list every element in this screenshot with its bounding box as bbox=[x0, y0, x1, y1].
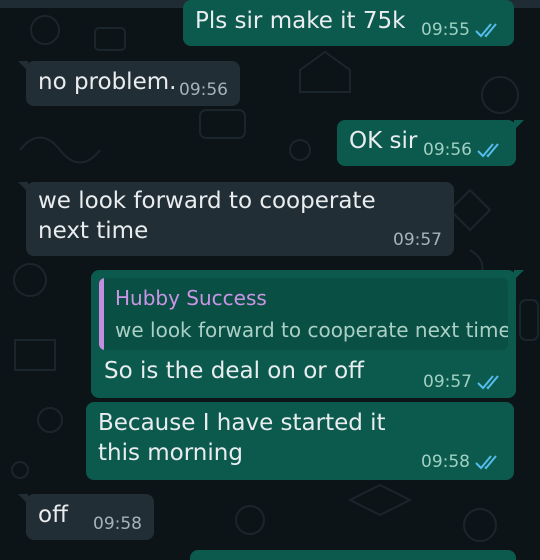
message-time: 09:57 bbox=[393, 230, 442, 250]
message-text: OK sir bbox=[349, 128, 418, 154]
message-bubble-outgoing-partial[interactable] bbox=[190, 550, 516, 560]
message-text: Because I have started it this morning bbox=[98, 410, 393, 466]
message-meta: 09:58 bbox=[93, 514, 142, 534]
message-text: off bbox=[38, 502, 68, 528]
message-text: no problem. bbox=[38, 69, 177, 95]
message-bubble-outgoing[interactable]: Because I have started it this morning 0… bbox=[86, 402, 514, 480]
bubble-tail bbox=[18, 494, 28, 504]
double-check-icon bbox=[477, 143, 499, 158]
message-time: 09:58 bbox=[93, 514, 142, 534]
message-text: we look forward to cooperate next time bbox=[38, 188, 383, 244]
message-bubble-outgoing[interactable]: OK sir 09:56 bbox=[337, 120, 524, 166]
message-bubble-incoming[interactable]: off 09:58 bbox=[18, 494, 154, 540]
message-time: 09:56 bbox=[179, 80, 228, 100]
message-meta: 09:58 bbox=[421, 452, 502, 472]
message-text: Pls sir make it 75k bbox=[195, 8, 406, 34]
message-bubble-outgoing[interactable]: Pls sir make it 75k 09:55 bbox=[183, 0, 514, 46]
double-check-icon bbox=[475, 23, 497, 38]
message-time: 09:55 bbox=[421, 20, 470, 40]
message-bubble-incoming[interactable]: no problem. 09:56 bbox=[18, 61, 240, 106]
quote-text: we look forward to cooperate next time bbox=[115, 318, 508, 342]
message-meta: 09:56 bbox=[423, 140, 504, 160]
message-meta: 09:56 bbox=[179, 80, 228, 100]
quote-author: Hubby Success bbox=[115, 286, 267, 310]
bubble-tail bbox=[514, 270, 524, 280]
bubble-tail bbox=[18, 182, 28, 192]
double-check-icon bbox=[475, 455, 497, 470]
message-meta: 09:57 bbox=[393, 230, 442, 250]
message-time: 09:57 bbox=[423, 372, 472, 392]
message-meta: 09:57 bbox=[423, 372, 504, 392]
quoted-message[interactable]: Hubby Success we look forward to coopera… bbox=[99, 278, 508, 350]
message-text: So is the deal on or off bbox=[104, 358, 364, 384]
message-meta: 09:55 bbox=[421, 20, 502, 40]
bubble-tail bbox=[18, 61, 28, 71]
message-bubble-outgoing[interactable]: Hubby Success we look forward to coopera… bbox=[91, 270, 524, 398]
quote-accent-bar bbox=[99, 278, 104, 350]
message-time: 09:56 bbox=[423, 140, 472, 160]
bubble-tail bbox=[514, 120, 524, 130]
message-time: 09:58 bbox=[421, 452, 470, 472]
double-check-icon bbox=[477, 375, 499, 390]
message-bubble-incoming[interactable]: we look forward to cooperate next time 0… bbox=[18, 182, 454, 256]
